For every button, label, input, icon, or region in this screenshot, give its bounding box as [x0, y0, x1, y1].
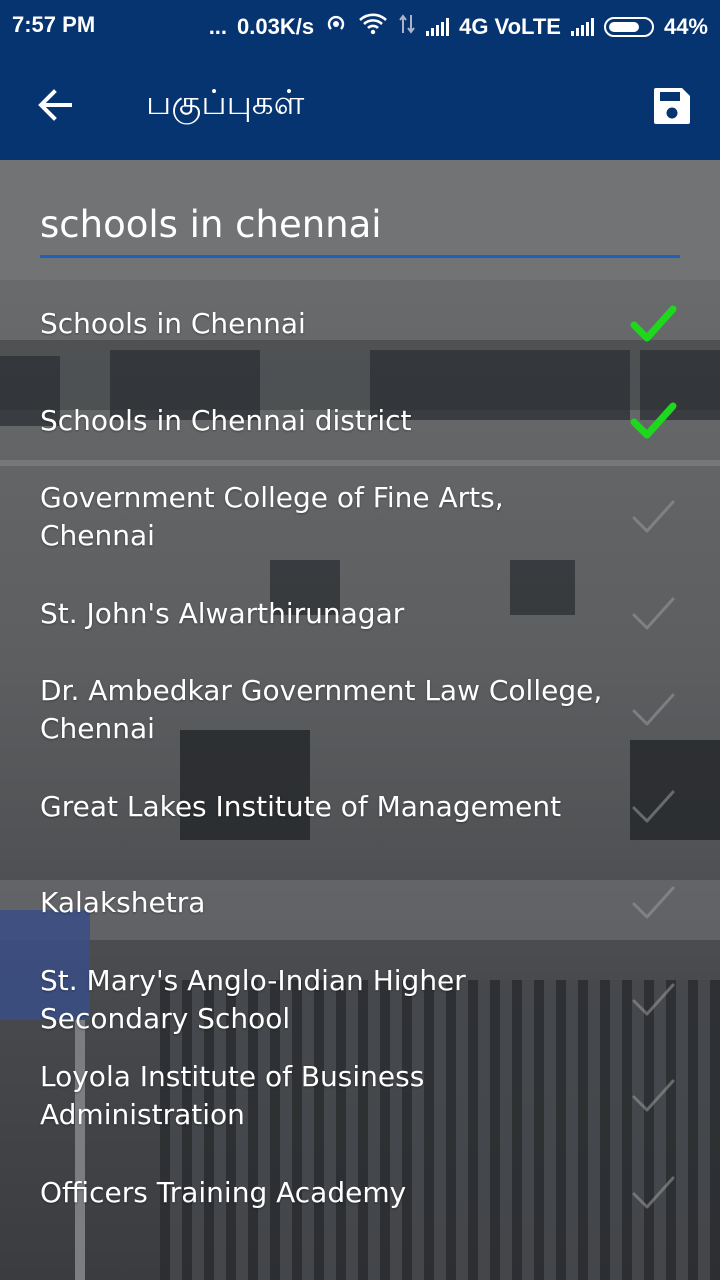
check-icon[interactable]	[628, 494, 678, 540]
check-icon[interactable]	[628, 687, 678, 733]
result-label: Schools in Chennai district	[40, 403, 412, 437]
wifi-icon	[358, 13, 388, 41]
search-input[interactable]	[40, 196, 680, 252]
result-label: St. John's Alwarthirunagar	[40, 596, 405, 630]
battery-icon	[603, 17, 654, 37]
hotspot-icon	[324, 12, 348, 42]
signal-icon	[426, 18, 450, 36]
result-label: St. Mary's Anglo-Indian Higher Secondary…	[40, 963, 466, 1035]
result-row[interactable]: St. John's Alwarthirunagar	[0, 566, 720, 663]
data-arrows-icon	[398, 13, 416, 41]
check-icon[interactable]	[628, 1073, 678, 1119]
status-bar: 7:57 PM ... 0.03K/s 4G VoLTE 44%	[0, 0, 720, 50]
check-icon[interactable]	[628, 301, 678, 347]
check-icon[interactable]	[628, 1170, 678, 1216]
result-label: Great Lakes Institute of Management	[40, 789, 562, 823]
category-results-list: Schools in Chennai Schools in Chennai di…	[0, 276, 720, 1241]
status-icons: ... 0.03K/s 4G VoLTE 44%	[209, 12, 708, 42]
status-time: 7:57 PM	[12, 12, 96, 37]
result-row[interactable]: Schools in Chennai	[0, 276, 720, 373]
result-label: Dr. Ambedkar Government Law College, Che…	[40, 674, 603, 746]
result-row[interactable]: Great Lakes Institute of Management	[0, 759, 720, 856]
result-row[interactable]: Loyola Institute of Business Administrat…	[0, 1048, 720, 1145]
result-row[interactable]: Dr. Ambedkar Government Law College, Che…	[0, 662, 720, 759]
result-row[interactable]: Kalakshetra	[0, 855, 720, 952]
battery-percent: 44%	[663, 14, 708, 39]
result-row[interactable]: St. Mary's Anglo-Indian Higher Secondary…	[0, 952, 720, 1049]
result-row[interactable]: Schools in Chennai district	[0, 373, 720, 470]
arrow-back-icon[interactable]	[30, 80, 80, 130]
search-field[interactable]	[40, 196, 680, 258]
result-label: Officers Training Academy	[40, 1175, 407, 1209]
signal-icon-2	[570, 18, 594, 36]
check-icon[interactable]	[628, 591, 678, 637]
result-label: Government College of Fine Arts, Chennai	[40, 481, 504, 553]
check-icon[interactable]	[628, 784, 678, 830]
network-type: 4G VoLTE	[459, 14, 561, 39]
result-label: Loyola Institute of Business Administrat…	[40, 1060, 425, 1132]
status-dots: ...	[208, 14, 228, 39]
check-icon[interactable]	[628, 977, 678, 1023]
save-icon[interactable]	[650, 84, 694, 128]
result-label: Kalakshetra	[40, 886, 206, 920]
result-row[interactable]: Government College of Fine Arts, Chennai	[0, 469, 720, 566]
network-speed: 0.03K/s	[237, 14, 315, 39]
app-bar: பகுப்புகள்	[0, 50, 720, 160]
check-icon[interactable]	[628, 398, 678, 444]
check-icon[interactable]	[628, 880, 678, 926]
page-title: பகுப்புகள்	[146, 83, 305, 123]
result-label: Schools in Chennai	[40, 307, 306, 341]
result-row[interactable]: Officers Training Academy	[0, 1145, 720, 1242]
